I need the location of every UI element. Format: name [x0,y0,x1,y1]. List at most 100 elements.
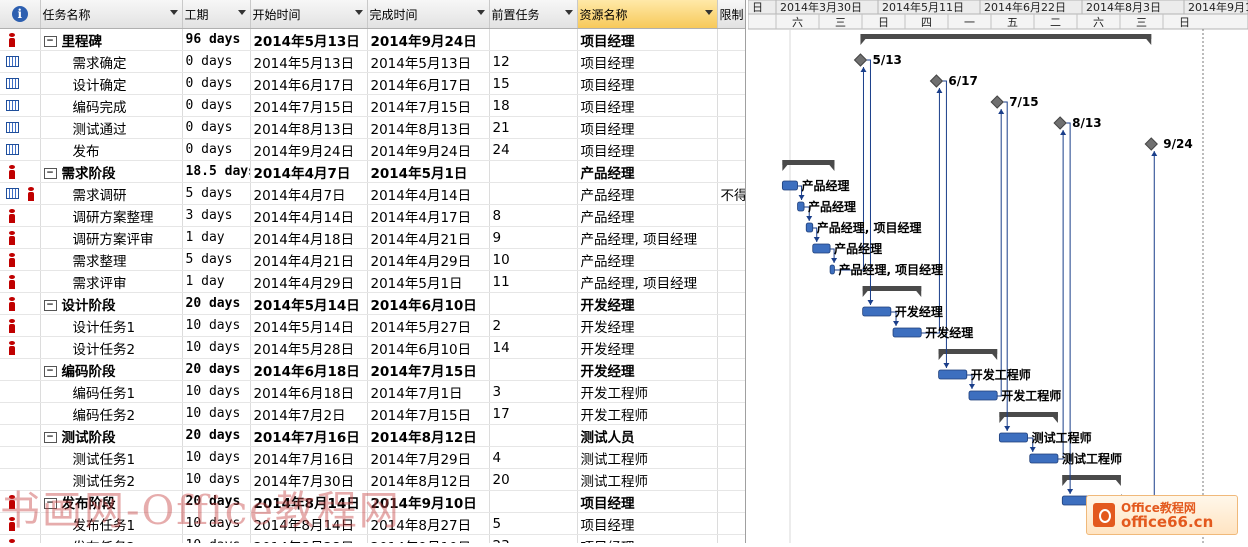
start-cell[interactable]: 2014年6月18日 [250,358,368,381]
task-row[interactable]: 编码任务2 10 days 2014年7月2日 2014年7月15日 17 开发工程师 [0,402,745,425]
constraint-cell[interactable] [717,336,745,359]
predecessor-cell[interactable]: 15 [489,72,578,95]
task-name-cell[interactable]: 编码完成 [40,94,183,117]
gantt-canvas[interactable]: 日 2014年3月30日 2014年5月11日 2014年6月22日 2014年8月3日… [747,0,1248,543]
duration-cell[interactable]: 18.5 days [182,160,251,183]
finish-cell[interactable]: 2014年4月21日 [367,226,490,249]
indicator-cell[interactable] [0,358,41,381]
start-cell[interactable]: 2014年4月7日 [250,182,368,205]
constraint-cell[interactable] [717,534,745,543]
finish-cell[interactable]: 2014年8月13日 [367,116,490,139]
task-name-cell[interactable]: 测试任务1 [40,446,183,469]
resource-cell[interactable]: 项目经理 [577,490,718,513]
task-name-cell[interactable]: 设计任务2 [40,336,183,359]
constraint-cell[interactable] [717,226,745,249]
resource-cell[interactable]: 产品经理, 项目经理 [577,270,718,293]
finish-cell[interactable]: 2014年7月1日 [367,380,490,403]
indicator-cell[interactable] [0,116,41,139]
resource-cell[interactable]: 产品经理, 项目经理 [577,226,718,249]
task-row[interactable]: 需求调研 5 days 2014年4月7日 2014年4月14日 产品经理 不得 [0,182,745,205]
finish-cell[interactable]: 2014年9月24日 [367,138,490,161]
resource-cell[interactable]: 项目经理 [577,72,718,95]
predecessor-cell[interactable]: 2 [489,314,578,337]
constraint-cell[interactable] [717,72,745,95]
summary-task-row[interactable]: − 里程碑 96 days 2014年5月13日 2014年9月24日 项目经理 [0,28,745,51]
constraint-cell[interactable] [717,28,745,51]
constraint-cell[interactable] [717,160,745,183]
task-name-cell[interactable]: − 编码阶段 [40,358,183,381]
start-cell[interactable]: 2014年4月14日 [250,204,368,227]
predecessor-cell[interactable]: 5 [489,512,578,535]
task-name-cell[interactable]: 发布 [40,138,183,161]
summary-task-row[interactable]: − 编码阶段 20 days 2014年6月18日 2014年7月15日 开发经理 [0,358,745,381]
predecessor-cell[interactable]: 4 [489,446,578,469]
resource-cell[interactable]: 开发经理 [577,292,718,315]
dropdown-arrow-icon[interactable] [354,10,363,15]
predecessor-cell[interactable] [489,292,578,315]
finish-cell[interactable]: 2014年5月27日 [367,314,490,337]
header-duration[interactable]: 工期 [182,0,251,29]
predecessor-cell[interactable]: 3 [489,380,578,403]
duration-cell[interactable]: 96 days [182,28,251,51]
indicator-cell[interactable] [0,94,41,117]
task-name-cell[interactable]: − 测试阶段 [40,424,183,447]
collapse-icon[interactable]: − [43,366,57,377]
duration-cell[interactable]: 0 days [182,116,251,139]
task-name-cell[interactable]: 需求整理 [40,248,183,271]
header-constraint[interactable]: 限制 [717,0,745,29]
start-cell[interactable]: 2014年6月18日 [250,380,368,403]
finish-cell[interactable]: 2014年6月10日 [367,292,490,315]
duration-cell[interactable]: 10 days [182,336,251,359]
task-name-cell[interactable]: − 需求阶段 [40,160,183,183]
resource-cell[interactable]: 项目经理 [577,534,718,543]
duration-cell[interactable]: 20 days [182,424,251,447]
indicator-cell[interactable] [0,248,41,271]
predecessor-cell[interactable]: 12 [489,50,578,73]
indicator-cell[interactable] [0,270,41,293]
predecessor-cell[interactable]: 18 [489,94,578,117]
resource-cell[interactable]: 开发工程师 [577,380,718,403]
start-cell[interactable]: 2014年7月16日 [250,446,368,469]
resource-cell[interactable]: 测试工程师 [577,468,718,491]
duration-cell[interactable]: 0 days [182,94,251,117]
collapse-icon[interactable]: − [43,168,57,179]
predecessor-cell[interactable]: 14 [489,336,578,359]
indicator-header[interactable]: i [0,0,41,29]
task-row[interactable]: 调研方案评审 1 day 2014年4月18日 2014年4月21日 9 产品经理, 项目… [0,226,745,249]
resource-cell[interactable]: 开发经理 [577,314,718,337]
duration-cell[interactable]: 10 days [182,314,251,337]
constraint-cell[interactable] [717,248,745,271]
duration-cell[interactable]: 20 days [182,358,251,381]
resource-cell[interactable]: 项目经理 [577,50,718,73]
predecessor-cell[interactable]: 8 [489,204,578,227]
task-name-cell[interactable]: 需求评审 [40,270,183,293]
dropdown-arrow-icon[interactable] [237,10,246,15]
constraint-cell[interactable] [717,314,745,337]
resource-cell[interactable]: 产品经理 [577,204,718,227]
constraint-cell[interactable] [717,270,745,293]
constraint-cell[interactable] [717,468,745,491]
duration-cell[interactable]: 3 days [182,204,251,227]
finish-cell[interactable]: 2014年5月1日 [367,160,490,183]
constraint-cell[interactable] [717,50,745,73]
predecessor-cell[interactable] [489,160,578,183]
constraint-cell[interactable] [717,204,745,227]
duration-cell[interactable]: 5 days [182,182,251,205]
summary-task-row[interactable]: − 设计阶段 20 days 2014年5月14日 2014年6月10日 开发经理 [0,292,745,315]
start-cell[interactable]: 2014年5月13日 [250,28,368,51]
task-name-cell[interactable]: 调研方案评审 [40,226,183,249]
indicator-cell[interactable] [0,72,41,95]
finish-cell[interactable]: 2014年7月15日 [367,402,490,425]
duration-cell[interactable]: 0 days [182,72,251,95]
start-cell[interactable]: 2014年4月18日 [250,226,368,249]
duration-cell[interactable]: 20 days [182,292,251,315]
finish-cell[interactable]: 2014年4月29日 [367,248,490,271]
indicator-cell[interactable] [0,336,41,359]
resource-cell[interactable]: 项目经理 [577,512,718,535]
resource-cell[interactable]: 项目经理 [577,116,718,139]
predecessor-cell[interactable]: 21 [489,116,578,139]
task-row[interactable]: 设计任务1 10 days 2014年5月14日 2014年5月27日 2 开发经理 [0,314,745,337]
start-cell[interactable]: 2014年9月24日 [250,138,368,161]
task-name-cell[interactable]: 编码任务2 [40,402,183,425]
summary-task-row[interactable]: − 需求阶段 18.5 days 2014年4月7日 2014年5月1日 产品经理 [0,160,745,183]
